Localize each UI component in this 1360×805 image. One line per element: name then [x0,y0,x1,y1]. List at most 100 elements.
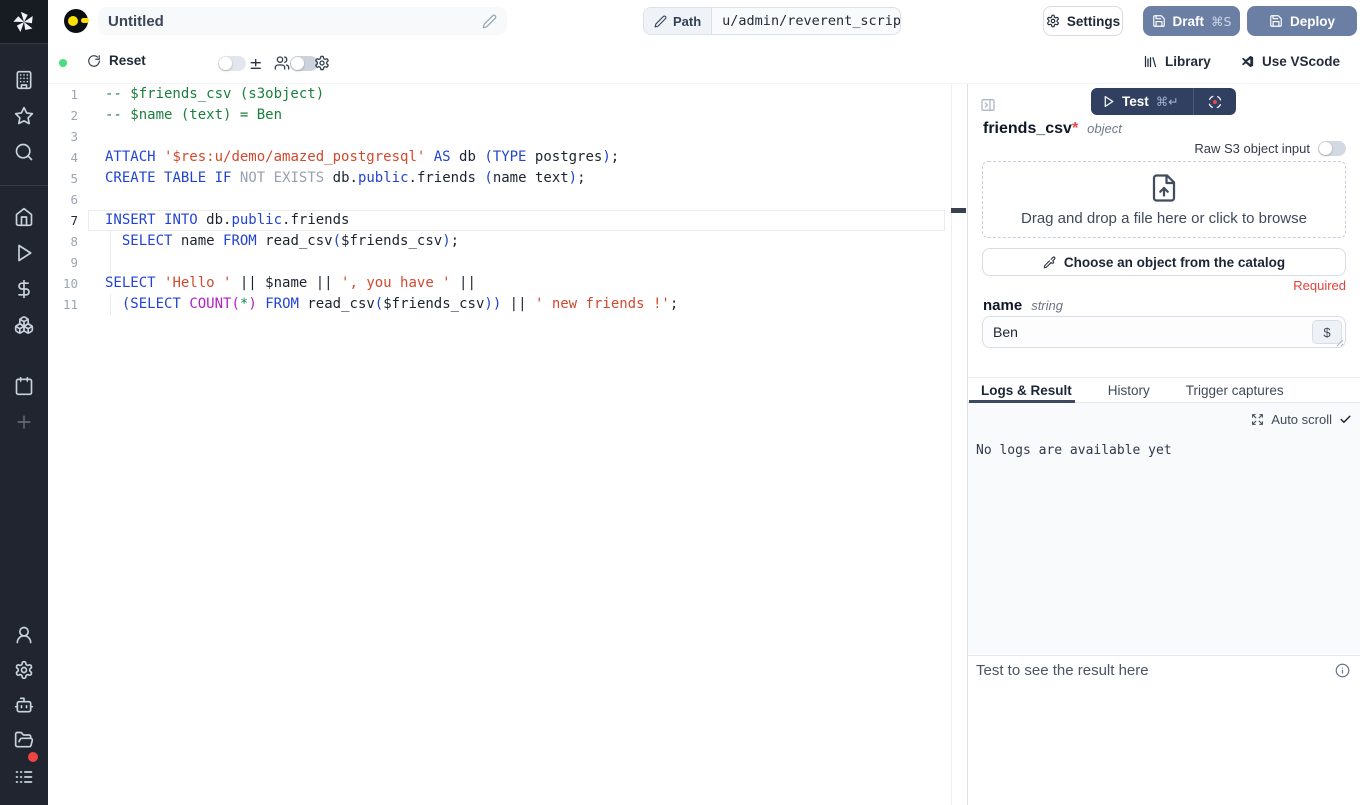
library-button[interactable]: Library [1143,54,1211,69]
tab-logs-result[interactable]: Logs & Result [981,383,1072,398]
line-content: -- $name (text) = Ben [88,105,282,126]
diff-toggle[interactable] [218,56,246,71]
line-content: INSERT INTO db.public.friends [88,210,349,231]
script-title-field[interactable]: Untitled [98,7,507,35]
draft-shortcut: ⌘S [1211,14,1231,29]
raw-s3-row: Raw S3 object input [1194,141,1346,156]
test-panel: Test ⌘↵ friends_csv* object Raw S3 objec… [968,84,1360,805]
sidebar-item-ai-bot[interactable] [14,695,34,715]
code-line-5[interactable]: 5CREATE TABLE IF NOT EXISTS db.public.fr… [48,168,951,189]
sidebar-item-user[interactable] [14,625,34,645]
code-editor[interactable]: 1-- $friends_csv (s3object)2-- $name (te… [48,84,951,805]
line-content [88,189,105,210]
line-content: -- $friends_csv (s3object) [88,84,324,105]
info-icon[interactable] [1335,663,1350,678]
sidebar-item-folders[interactable] [14,730,34,750]
duckdb-language-icon [64,9,88,33]
line-content: CREATE TABLE IF NOT EXISTS db.public.fri… [88,168,586,189]
refresh-icon [87,54,101,68]
pencil-icon [654,15,667,28]
sidebar-item-runs-play[interactable] [14,243,34,263]
line-number: 1 [48,84,88,105]
name-input[interactable] [983,317,1303,347]
play-icon [1102,95,1115,108]
code-line-11[interactable]: 11 (SELECT COUNT(*) FROM read_csv($frien… [48,294,951,315]
line-content [88,252,105,273]
overview-ruler-cursor-mark [951,208,966,213]
choose-object-button[interactable]: Choose an object from the catalog [982,248,1346,276]
users-icon[interactable] [274,55,290,71]
sidebar-item-audit-logs-list[interactable] [14,767,34,787]
topbar: Untitled Path u/admin/reverent_script Se… [48,0,1360,42]
code-line-3[interactable]: 3 [48,126,951,147]
capture-icon [1207,94,1223,110]
sidebar-item-home[interactable] [14,207,34,227]
status-dot [59,59,67,67]
choose-object-label: Choose an object from the catalog [1064,255,1285,270]
test-shortcut: ⌘↵ [1156,94,1179,109]
path-control[interactable]: Path u/admin/reverent_script [643,7,901,35]
arg-type: string [1031,298,1063,313]
sidebar-item-schedules-calendar[interactable] [14,376,34,396]
dropzone-text: Drag and drop a file here or click to br… [1021,210,1307,227]
file-upload-icon [1149,173,1179,203]
sidebar-item-variables-dollar[interactable] [14,279,34,299]
code-line-10[interactable]: 10SELECT 'Hello ' || $name || ', you hav… [48,273,951,294]
draft-label: Draft [1173,14,1205,29]
use-vscode-button[interactable]: Use VScode [1240,54,1340,69]
code-line-8[interactable]: 8 SELECT name FROM read_csv($friends_csv… [48,231,951,252]
path-value: u/admin/reverent_script [712,8,901,34]
sidebar-item-settings-gear[interactable] [14,660,34,680]
file-dropzone[interactable]: Drag and drop a file here or click to br… [982,161,1346,238]
notification-dot [26,750,40,764]
panel-collapse-icon[interactable] [980,97,996,113]
code-line-2[interactable]: 2-- $name (text) = Ben [48,105,951,126]
sidebar-item-workspace-building[interactable] [14,70,34,90]
line-number: 11 [48,294,88,315]
line-content: (SELECT COUNT(*) FROM read_csv($friends_… [88,294,678,315]
gear-icon [1046,14,1060,28]
capture-button[interactable] [1194,88,1236,115]
raw-s3-label: Raw S3 object input [1194,141,1310,156]
editor-settings-gear-icon[interactable] [314,55,330,71]
path-edit-button[interactable]: Path [644,8,712,34]
indent-guide [110,294,111,315]
expand-icon[interactable] [1251,413,1264,426]
library-icon [1143,54,1158,69]
code-line-9[interactable]: 9 [48,252,951,273]
required-badge: Required [1293,278,1346,293]
windmill-logo[interactable] [0,0,48,44]
code-line-1[interactable]: 1-- $friends_csv (s3object) [48,84,951,105]
line-number: 4 [48,147,88,168]
test-button[interactable]: Test ⌘↵ [1091,88,1193,115]
reset-button[interactable]: Reset [87,53,146,68]
sidebar-item-resources-boxes[interactable] [14,315,34,335]
sidebar-divider [0,185,48,186]
save-icon [1269,14,1283,28]
sidebar-item-favorites-star[interactable] [14,106,34,126]
tab-history[interactable]: History [1108,383,1150,398]
arg-friends-csv-header: friends_csv* object [983,120,1122,138]
editor-toolbar: Reset ± Library Use VScode [48,42,1360,84]
pipette-icon [1043,256,1056,269]
resize-grip-icon[interactable] [1334,337,1344,347]
deploy-label: Deploy [1290,14,1335,29]
logs-empty-text: No logs are available yet [976,443,1172,458]
result-pane: Test to see the result here [968,655,1360,805]
deploy-button[interactable]: Deploy [1247,6,1357,36]
raw-s3-toggle[interactable] [1318,141,1346,156]
check-icon [1339,413,1352,426]
sidebar-item-add-plus[interactable] [14,412,34,432]
edit-title-pencil-icon[interactable] [482,14,497,29]
draft-button[interactable]: Draft ⌘S [1143,6,1240,36]
code-line-4[interactable]: 4ATTACH '$res:u/demo/amazed_postgresql' … [48,147,951,168]
sidebar-item-search[interactable] [14,142,34,162]
settings-button[interactable]: Settings [1043,6,1123,36]
code-line-6[interactable]: 6 [48,189,951,210]
code-line-7[interactable]: 7INSERT INTO db.public.friends [48,210,951,231]
autoscroll-control[interactable]: Auto scroll [1251,412,1352,427]
result-placeholder: Test to see the result here [976,662,1149,679]
line-number: 7 [48,210,88,231]
tab-trigger-captures[interactable]: Trigger captures [1186,383,1284,398]
line-number: 5 [48,168,88,189]
